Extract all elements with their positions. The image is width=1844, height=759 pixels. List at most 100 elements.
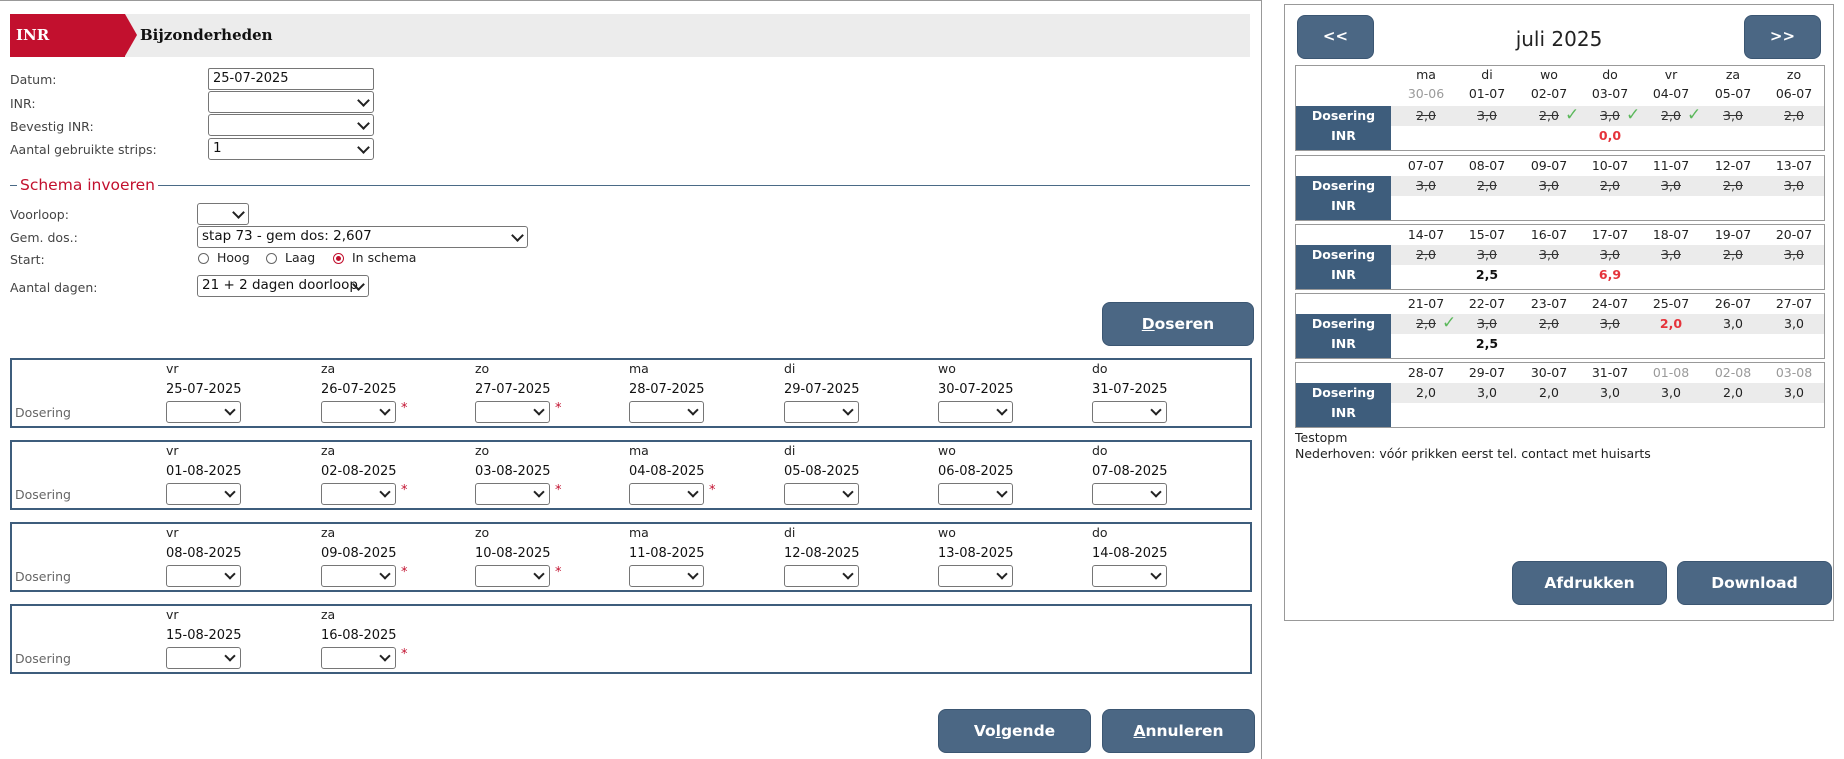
inr-label: INR: bbox=[10, 96, 36, 111]
strips-select[interactable]: 1 bbox=[208, 138, 374, 160]
schedule-date: 10-08-2025 bbox=[475, 546, 551, 561]
next-month-button[interactable]: >> bbox=[1744, 15, 1821, 59]
calendar-date[interactable]: 08-07 bbox=[1457, 158, 1517, 173]
calendar-weekday-header: di bbox=[1481, 67, 1493, 82]
dosering-select[interactable] bbox=[166, 647, 241, 669]
calendar-date[interactable]: 02-08 bbox=[1703, 365, 1763, 380]
chevron-down-icon bbox=[224, 568, 236, 580]
dosering-select[interactable] bbox=[629, 565, 704, 587]
dosering-select[interactable] bbox=[784, 401, 859, 423]
dosering-select[interactable] bbox=[321, 565, 396, 587]
bevestig-inr-select[interactable] bbox=[208, 114, 374, 136]
chevron-down-icon bbox=[996, 568, 1008, 580]
voorloop-select[interactable] bbox=[197, 203, 249, 225]
calendar-weekday-header: zo bbox=[1786, 67, 1802, 82]
dosering-select[interactable] bbox=[1092, 565, 1167, 587]
schedule-weekday: zo bbox=[475, 361, 490, 376]
calendar-inr-value: 0,0 bbox=[1598, 128, 1622, 143]
calendar-date[interactable]: 02-07 bbox=[1519, 86, 1579, 101]
calendar-date[interactable]: 25-07 bbox=[1641, 296, 1701, 311]
dosering-select[interactable] bbox=[321, 483, 396, 505]
download-button[interactable]: Download bbox=[1677, 561, 1832, 605]
note-line-1: Testopm bbox=[1295, 430, 1348, 445]
datum-input[interactable]: 25-07-2025 bbox=[208, 68, 374, 90]
calendar-date[interactable]: 17-07 bbox=[1580, 227, 1640, 242]
calendar-date[interactable]: 09-07 bbox=[1519, 158, 1579, 173]
dosering-select[interactable] bbox=[938, 483, 1013, 505]
calendar-dosage: 2,0 bbox=[1416, 247, 1436, 262]
calendar-date[interactable]: 23-07 bbox=[1519, 296, 1579, 311]
calendar-date[interactable]: 10-07 bbox=[1580, 158, 1640, 173]
calendar-date[interactable]: 14-07 bbox=[1396, 227, 1456, 242]
calendar-date[interactable]: 03-08 bbox=[1764, 365, 1824, 380]
calendar-date[interactable]: 30-06 bbox=[1396, 86, 1456, 101]
start-in-schema-radio[interactable] bbox=[333, 253, 344, 264]
calendar-date[interactable]: 07-07 bbox=[1396, 158, 1456, 173]
calendar-date[interactable]: 20-07 bbox=[1764, 227, 1824, 242]
schema-divider bbox=[10, 185, 1250, 186]
tab-inr-invoeren[interactable]: INR invoeren bbox=[10, 14, 125, 87]
doseren-label: oseren bbox=[1154, 315, 1215, 333]
calendar-date[interactable]: 03-07 bbox=[1580, 86, 1640, 101]
gemdos-select[interactable]: stap 73 - gem dos: 2,607 bbox=[197, 226, 528, 248]
dosering-select[interactable] bbox=[629, 483, 704, 505]
aantal-dagen-select[interactable]: 21 + 2 dagen doorloop bbox=[197, 275, 369, 297]
calendar-date[interactable]: 27-07 bbox=[1764, 296, 1824, 311]
calendar-date[interactable]: 12-07 bbox=[1703, 158, 1763, 173]
volgende-button[interactable]: Volgende bbox=[938, 709, 1091, 753]
calendar-date[interactable]: 01-08 bbox=[1641, 365, 1701, 380]
dosering-select[interactable] bbox=[321, 647, 396, 669]
calendar-date[interactable]: 15-07 bbox=[1457, 227, 1517, 242]
calendar-date[interactable]: 31-07 bbox=[1580, 365, 1640, 380]
chevron-down-icon bbox=[842, 568, 854, 580]
calendar-date[interactable]: 21-07 bbox=[1396, 296, 1456, 311]
dosering-select[interactable] bbox=[475, 483, 550, 505]
tab-bijzonderheden[interactable]: Bijzonderheden bbox=[140, 14, 273, 57]
dosering-select[interactable] bbox=[784, 565, 859, 587]
dosering-select[interactable] bbox=[166, 565, 241, 587]
dosering-select[interactable] bbox=[1092, 401, 1167, 423]
inr-select[interactable] bbox=[208, 91, 374, 113]
chevron-down-icon bbox=[379, 568, 391, 580]
calendar-date[interactable]: 18-07 bbox=[1641, 227, 1701, 242]
schedule-date: 16-08-2025 bbox=[321, 628, 397, 643]
calendar-date[interactable]: 01-07 bbox=[1457, 86, 1517, 101]
dosering-select[interactable] bbox=[938, 565, 1013, 587]
calendar-date[interactable]: 30-07 bbox=[1519, 365, 1579, 380]
calendar-date[interactable]: 24-07 bbox=[1580, 296, 1640, 311]
chevron-down-icon bbox=[1150, 404, 1162, 416]
calendar-weekday-header: ma bbox=[1416, 67, 1436, 82]
dosering-select[interactable] bbox=[166, 401, 241, 423]
afdrukken-button[interactable]: Afdrukken bbox=[1512, 561, 1667, 605]
calendar-dosage: 3,0 bbox=[1600, 247, 1620, 262]
start-laag-radio[interactable] bbox=[266, 253, 277, 264]
schedule-weekday: za bbox=[321, 607, 336, 622]
doseren-button[interactable]: Doseren bbox=[1102, 302, 1254, 346]
dosering-select[interactable] bbox=[938, 401, 1013, 423]
schedule-date: 03-08-2025 bbox=[475, 464, 551, 479]
start-hoog-radio[interactable] bbox=[198, 253, 209, 264]
calendar-date[interactable]: 26-07 bbox=[1703, 296, 1763, 311]
calendar-dosage: 3,0 bbox=[1784, 385, 1804, 400]
calendar-dosage: 3,0 bbox=[1539, 178, 1559, 193]
dosering-select[interactable] bbox=[1092, 483, 1167, 505]
calendar-date[interactable]: 16-07 bbox=[1519, 227, 1579, 242]
dosering-select[interactable] bbox=[784, 483, 859, 505]
calendar-date[interactable]: 29-07 bbox=[1457, 365, 1517, 380]
calendar-date[interactable]: 22-07 bbox=[1457, 296, 1517, 311]
calendar-date[interactable]: 04-07 bbox=[1641, 86, 1701, 101]
calendar-date[interactable]: 06-07 bbox=[1764, 86, 1824, 101]
calendar-date[interactable]: 13-07 bbox=[1764, 158, 1824, 173]
calendar-date[interactable]: 05-07 bbox=[1703, 86, 1763, 101]
annuleren-button[interactable]: Annuleren bbox=[1102, 709, 1255, 753]
dosering-select[interactable] bbox=[166, 483, 241, 505]
calendar-date[interactable]: 11-07 bbox=[1641, 158, 1701, 173]
calendar-date[interactable]: 19-07 bbox=[1703, 227, 1763, 242]
dosering-select[interactable] bbox=[475, 401, 550, 423]
dosering-select[interactable] bbox=[629, 401, 704, 423]
dosering-select[interactable] bbox=[321, 401, 396, 423]
calendar-date[interactable]: 28-07 bbox=[1396, 365, 1456, 380]
schedule-date: 30-07-2025 bbox=[938, 382, 1014, 397]
doseren-accesskey: D bbox=[1141, 315, 1155, 333]
dosering-select[interactable] bbox=[475, 565, 550, 587]
